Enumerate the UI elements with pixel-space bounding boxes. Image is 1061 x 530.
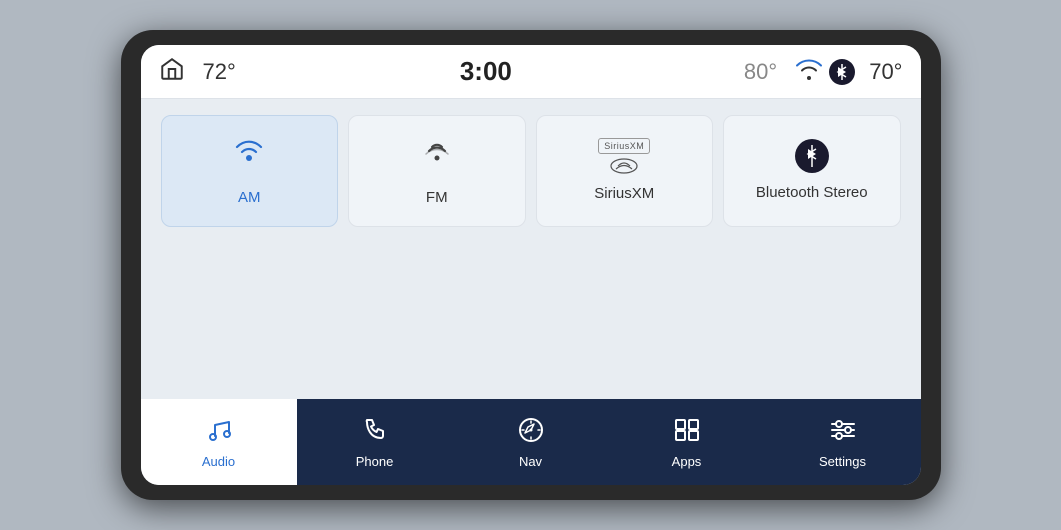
main-content: AM FM xyxy=(141,99,921,399)
bluetooth-stereo-icon xyxy=(795,139,829,173)
siriusxm-tile[interactable]: SiriusXM SiriusXM xyxy=(536,115,714,227)
bottom-navigation: Audio Phone xyxy=(141,399,921,485)
nav-audio[interactable]: Audio xyxy=(141,399,297,485)
sliders-icon xyxy=(828,416,858,449)
fm-tile[interactable]: FM xyxy=(348,115,526,227)
bluetooth-stereo-tile[interactable]: Bluetooth Stereo xyxy=(723,115,901,227)
outside-temp-center: 80° xyxy=(744,59,777,85)
nav-nav-label: Nav xyxy=(519,454,542,469)
fm-label: FM xyxy=(426,188,448,208)
am-label: AM xyxy=(238,188,261,208)
siriusxm-label: SiriusXM xyxy=(594,184,654,204)
nav-apps[interactable]: Apps xyxy=(609,399,765,485)
am-tile[interactable]: AM xyxy=(161,115,339,227)
phone-icon xyxy=(361,416,389,449)
wifi-icon xyxy=(795,58,823,85)
nav-settings-label: Settings xyxy=(819,454,866,469)
nav-settings[interactable]: Settings xyxy=(765,399,921,485)
nav-phone-label: Phone xyxy=(356,454,394,469)
car-bezel: 72° 3:00 80° xyxy=(121,30,941,500)
interior-temp: 72° xyxy=(203,59,236,85)
infotainment-screen: 72° 3:00 80° xyxy=(141,45,921,485)
bluetooth-stereo-label: Bluetooth Stereo xyxy=(756,183,868,203)
nav-apps-label: Apps xyxy=(672,454,702,469)
compass-icon xyxy=(517,416,545,449)
clock: 3:00 xyxy=(460,56,512,87)
bluetooth-icon xyxy=(829,59,855,85)
audio-source-grid: AM FM xyxy=(161,115,901,227)
outside-temp-right: 70° xyxy=(869,59,902,85)
music-note-icon xyxy=(205,416,233,449)
nav-navigation[interactable]: Nav xyxy=(453,399,609,485)
apps-grid-icon xyxy=(672,416,702,449)
fm-icon xyxy=(419,134,455,178)
nav-phone[interactable]: Phone xyxy=(297,399,453,485)
am-icon xyxy=(231,134,267,178)
connectivity-icons: 70° xyxy=(795,58,902,85)
status-bar: 72° 3:00 80° xyxy=(141,45,921,99)
siriusxm-icon: SiriusXM xyxy=(598,138,650,174)
home-icon[interactable] xyxy=(159,56,185,88)
nav-audio-label: Audio xyxy=(202,454,235,469)
